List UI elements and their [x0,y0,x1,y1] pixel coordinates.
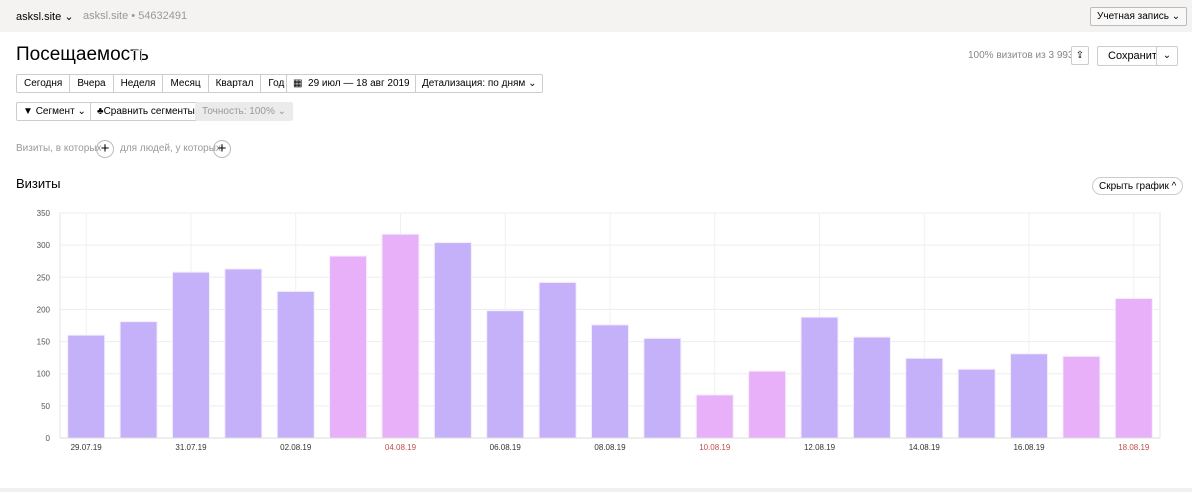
y-tick-label: 200 [37,305,51,314]
y-tick-label: 350 [37,209,51,218]
visits-filter-label: Визиты, в которых [16,143,102,154]
bar-02.08.19 [276,290,315,439]
bar-12.08.19 [800,316,839,439]
counter-id: asksl.site • 54632491 [83,10,188,22]
y-tick-label: 50 [41,402,50,411]
compare-label: Сравнить сегменты [103,106,195,117]
save-menu-button[interactable]: ⌄ [1156,46,1178,66]
divider [0,488,1192,492]
account-label: Учетная запись [1097,11,1170,22]
period-month[interactable]: Месяц [163,75,209,92]
bar-30.07.19 [119,321,158,439]
page-title: Посещаемость [16,44,149,65]
bar-31.07.19 [171,271,210,439]
calendar-icon: ▦ [293,78,303,89]
period-selector: Сегодня Вчера Неделя Месяц Квартал Год [16,74,293,93]
plus-icon: + [217,140,227,157]
bar-01.08.19 [224,268,263,439]
x-tick-label: 10.08.19 [699,443,731,452]
bar-08.08.19 [591,324,629,439]
export-button[interactable]: ⇪ [1071,46,1089,65]
y-tick-label: 300 [37,241,51,250]
bar-13.08.19 [852,336,891,439]
period-week[interactable]: Неделя [114,75,164,92]
bar-05.08.19 [433,242,472,439]
chevron-down-icon: ⌄ [64,11,74,23]
bar-03.08.19 [329,255,368,439]
y-tick-label: 250 [37,273,51,282]
bookmark-icon[interactable] [133,50,142,62]
plus-icon: + [100,140,110,157]
bar-06.08.19 [486,310,525,439]
x-tick-label: 16.08.19 [1013,443,1045,452]
visits-bar-chart: 0 50 100 150 200 250 300 350 29.07.19 31.07.19 02.… [37,209,1161,452]
segment-label: Сегмент [35,106,75,117]
segment-button[interactable]: ▼ Сегмент ⌄ [16,102,93,121]
add-visit-condition-button[interactable]: + [96,140,114,158]
bar-11.08.19 [748,370,787,439]
x-tick-label: 08.08.19 [594,443,626,452]
bar-16.08.19 [1010,353,1049,439]
top-bar: asksl.site ⌄ asksl.site • 54632491 Учетн… [0,0,1192,32]
x-tick-label: 02.08.19 [280,443,312,452]
bar-09.08.19 [643,337,682,439]
x-tick-label: 12.08.19 [804,443,836,452]
x-tick-label: 14.08.19 [909,443,941,452]
share-icon: ⇪ [1075,50,1085,61]
hide-chart-label: Скрыть график [1099,181,1169,192]
bar-15.08.19 [957,368,996,439]
bar-14.08.19 [905,357,944,439]
bar-04.08.19 [381,233,420,439]
y-tick-label: 100 [37,370,51,379]
people-filter-label: для людей, у которых [120,143,221,154]
detail-dropdown[interactable]: Детализация: по дням ⌄ [415,74,544,93]
add-people-condition-button[interactable]: + [213,140,231,158]
bar-18.08.19 [1114,298,1153,439]
period-quarter[interactable]: Квартал [209,75,262,92]
site-selector[interactable]: asksl.site ⌄ [16,10,74,23]
bar-29.07.19 [67,334,106,439]
x-tick-label: 29.07.19 [71,443,103,452]
x-tick-label: 31.07.19 [175,443,207,452]
sample-info: 100% визитов из 3 993 [968,50,1074,61]
period-today[interactable]: Сегодня [17,75,71,92]
section-title: Визиты [16,176,61,191]
bar-10.08.19 [695,394,734,439]
y-tick-label: 150 [37,338,51,347]
y-tick-label: 0 [46,434,51,443]
accuracy-label: Точность: 100% [202,106,275,117]
hide-chart-button[interactable]: Скрыть график ^ [1092,177,1184,195]
site-name: asksl.site [16,11,62,23]
detail-label: Детализация: по дням [422,78,526,89]
date-range-button[interactable]: ▦ 29 июл — 18 авг 2019 [286,74,417,93]
x-tick-label: 18.08.19 [1118,443,1150,452]
bar-07.08.19 [538,281,577,439]
bar-17.08.19 [1062,355,1101,439]
chevron-down-icon: ⌄ [1162,50,1172,61]
x-tick-label: 04.08.19 [385,443,417,452]
period-yesterday[interactable]: Вчера [70,75,114,92]
account-button[interactable]: Учетная запись ⌄ [1090,7,1188,26]
filter-icon: ▼ [23,106,33,117]
date-range-label: 29 июл — 18 авг 2019 [308,78,410,89]
accuracy-dropdown[interactable]: Точность: 100% ⌄ [195,102,294,121]
x-tick-label: 06.08.19 [490,443,522,452]
